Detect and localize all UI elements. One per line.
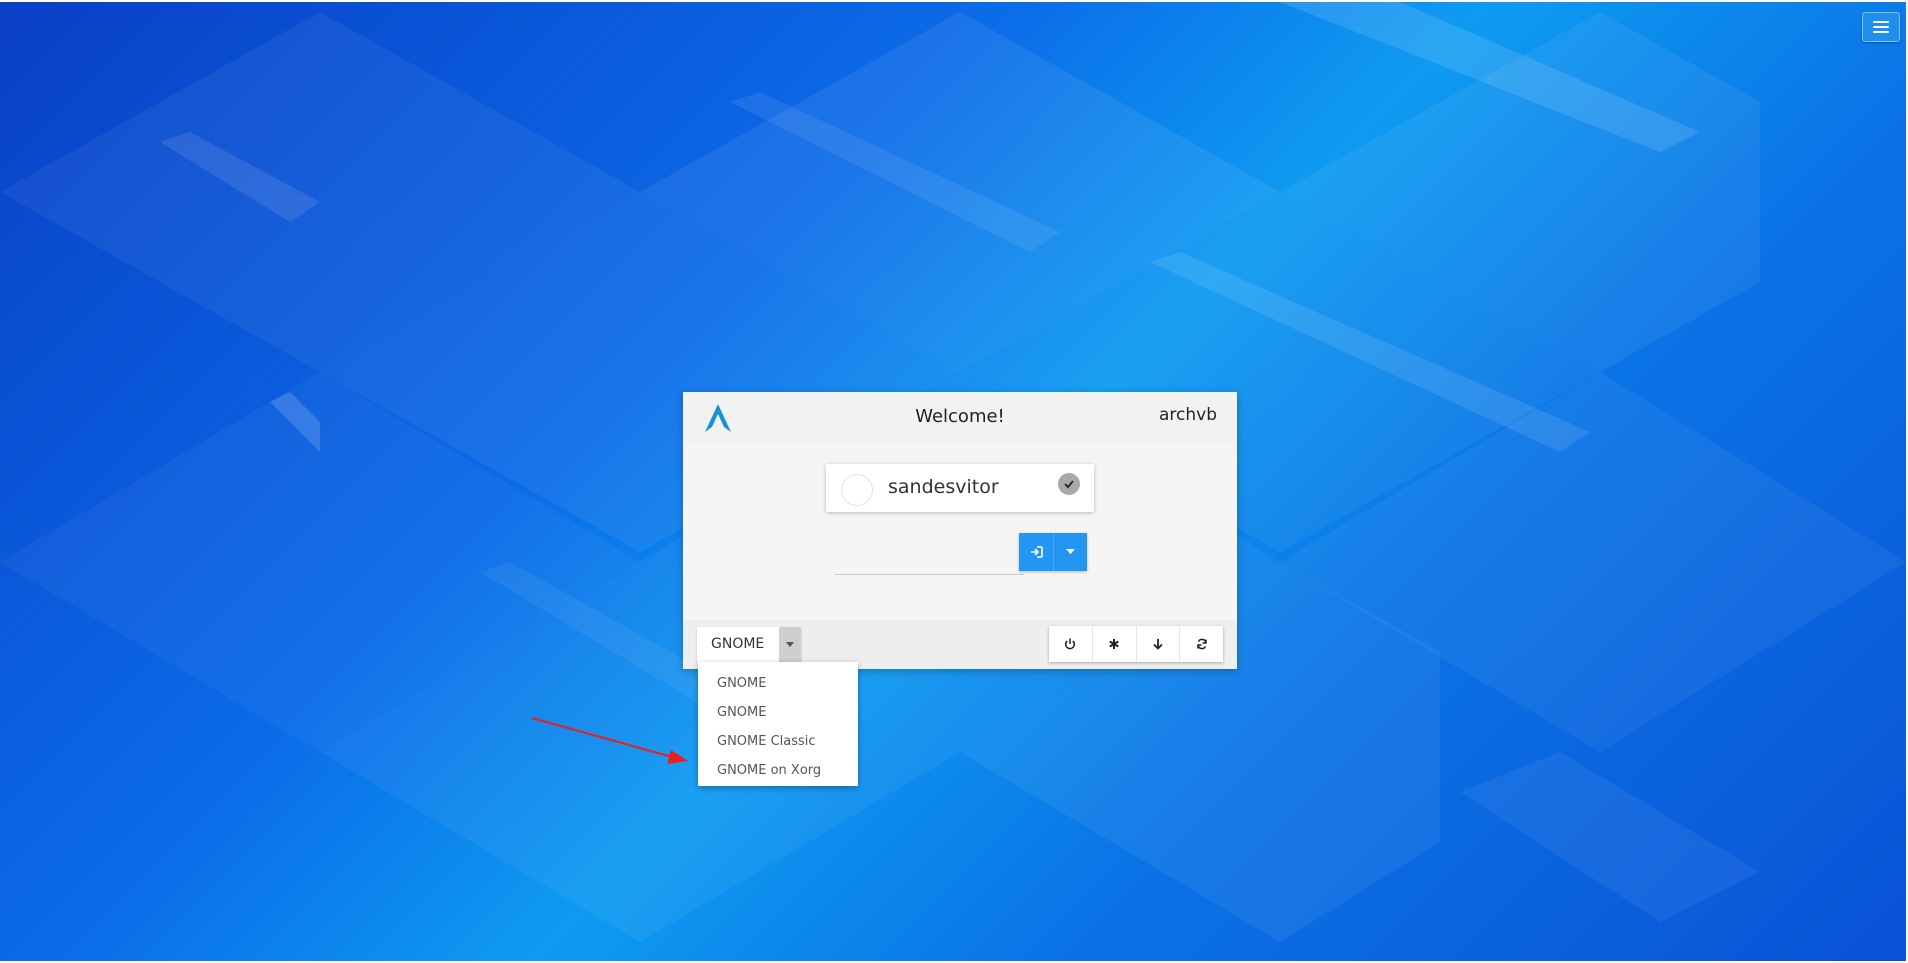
check-icon[interactable] [1058,473,1080,495]
session-dropdown-toggle[interactable] [779,627,801,662]
power-controls [1049,626,1223,662]
hostname-label: archvb [1158,405,1217,425]
login-card: Welcome! archvb sandesvitor GNOME [683,392,1237,669]
power-icon [1065,638,1076,650]
password-input[interactable] [835,536,1024,575]
session-option[interactable]: GNOME on Xorg [698,756,858,785]
hibernate-button[interactable] [1093,626,1137,662]
username-label: sandesvitor [888,476,999,498]
login-options-button[interactable] [1054,533,1087,571]
caret-down-icon [786,642,794,647]
login-button[interactable] [1019,533,1054,571]
card-header: Welcome! archvb [683,392,1237,442]
hamburger-icon [1873,21,1889,33]
asterisk-icon [1109,639,1119,649]
arrow-down-icon [1153,639,1163,650]
session-dropdown-menu: GNOME GNOME GNOME Classic GNOME on Xorg [698,662,858,786]
card-body: sandesvitor [683,442,1237,612]
user-selector[interactable]: sandesvitor [826,464,1094,512]
session-option[interactable]: GNOME [698,698,858,727]
welcome-title: Welcome! [915,406,1005,427]
refresh-icon [1196,638,1207,650]
menu-button[interactable] [1862,12,1900,42]
shutdown-button[interactable] [1049,626,1093,662]
chevron-down-icon [1066,549,1075,554]
restart-button[interactable] [1180,626,1223,662]
session-selected-label: GNOME [711,636,765,652]
session-option[interactable]: GNOME Classic [698,727,858,756]
suspend-button[interactable] [1137,626,1181,662]
session-select[interactable]: GNOME [697,627,801,662]
sign-in-icon [1030,546,1043,558]
avatar [841,474,873,506]
login-button-group [1019,533,1087,571]
session-option[interactable]: GNOME [698,669,858,698]
